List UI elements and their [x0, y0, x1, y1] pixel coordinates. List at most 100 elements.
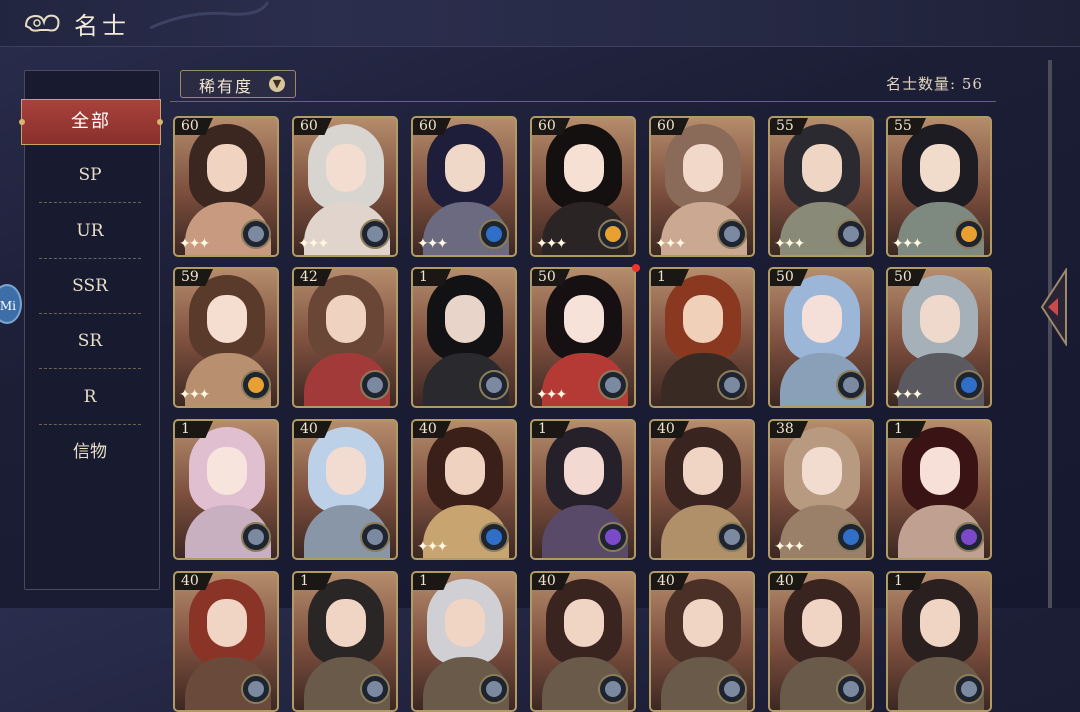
character-card[interactable]: 40 [530, 571, 636, 712]
element-badge-core [843, 226, 859, 242]
sidebar-item-ur[interactable]: UR [39, 211, 141, 259]
element-badge-core [724, 681, 740, 697]
sparkle-icon: ✦✦✦ [417, 539, 448, 555]
character-card[interactable]: 60 ✦✦✦ [530, 116, 636, 257]
divider [39, 368, 141, 369]
character-card[interactable]: 40 [649, 419, 755, 560]
sidebar-item-sr[interactable]: SR [39, 321, 141, 369]
sidebar-item-r[interactable]: R [39, 377, 141, 425]
sidebar-item-ssr[interactable]: SSR [39, 266, 141, 314]
divider [39, 258, 141, 259]
element-badge-icon [360, 370, 390, 400]
portrait-face [802, 447, 842, 495]
sidebar-item-sp[interactable]: SP [39, 155, 141, 203]
side-pull-tab[interactable]: Mi [0, 284, 22, 324]
character-card[interactable]: 59 ✦✦✦ [173, 267, 279, 408]
element-badge-core [605, 529, 621, 545]
portrait-face [683, 447, 723, 495]
character-card[interactable]: 60 ✦✦✦ [411, 116, 517, 257]
character-card[interactable]: 1 [886, 571, 992, 712]
character-card[interactable]: 40 ✦✦✦ [411, 419, 517, 560]
element-badge-icon [360, 674, 390, 704]
element-badge-icon [598, 674, 628, 704]
character-card[interactable]: 60 ✦✦✦ [649, 116, 755, 257]
sparkle-icon: ✦✦✦ [655, 236, 686, 252]
divider [39, 424, 141, 425]
element-badge-core [843, 681, 859, 697]
portrait-face [564, 295, 604, 343]
portrait-face [920, 144, 960, 192]
element-badge-icon [836, 674, 866, 704]
portrait-face [920, 447, 960, 495]
element-badge-core [248, 681, 264, 697]
character-card[interactable]: 60 ✦✦✦ [173, 116, 279, 257]
character-card[interactable]: 42 [292, 267, 398, 408]
character-card[interactable]: 1 [411, 267, 517, 408]
character-card[interactable]: 50 ✦✦✦ [530, 267, 636, 408]
element-badge-icon [598, 219, 628, 249]
element-badge-core [367, 226, 383, 242]
element-badge-core [367, 529, 383, 545]
notification-dot [632, 264, 640, 272]
sidebar-item-label: SP [78, 165, 102, 185]
portrait-face [445, 144, 485, 192]
character-card[interactable]: 55 ✦✦✦ [886, 116, 992, 257]
element-badge-icon [360, 522, 390, 552]
character-card[interactable]: 1 [173, 419, 279, 560]
filter-label: 稀有度 [199, 77, 254, 96]
element-badge-core [248, 226, 264, 242]
element-badge-core [248, 377, 264, 393]
element-badge-icon [954, 674, 984, 704]
element-badge-core [843, 529, 859, 545]
divider [39, 313, 141, 314]
sparkle-icon: ✦✦✦ [892, 387, 923, 403]
portrait-face [683, 295, 723, 343]
element-badge-core [961, 226, 977, 242]
ornament-dot-icon [19, 119, 25, 125]
element-badge-icon [717, 219, 747, 249]
portrait-face [445, 295, 485, 343]
character-card[interactable]: 40 [292, 419, 398, 560]
top-bar: 名士 [0, 0, 1080, 47]
element-badge-core [961, 529, 977, 545]
ornament-dot-icon [157, 119, 163, 125]
portrait-face [207, 599, 247, 647]
element-badge-icon [241, 522, 271, 552]
element-badge-icon [360, 219, 390, 249]
portrait-face [326, 144, 366, 192]
back-cloud-icon[interactable] [22, 10, 62, 36]
sidebar-item-label: R [83, 387, 97, 407]
character-card[interactable]: 50 [768, 267, 874, 408]
rarity-filter-dropdown[interactable]: 稀有度 ▼ [180, 70, 296, 98]
collapse-arrow-icon[interactable] [1038, 268, 1068, 346]
page-title: 名士 [74, 12, 130, 40]
character-card[interactable]: 60 ✦✦✦ [292, 116, 398, 257]
character-card[interactable]: 55 ✦✦✦ [768, 116, 874, 257]
element-badge-icon [717, 674, 747, 704]
character-card[interactable]: 38 ✦✦✦ [768, 419, 874, 560]
portrait-face [802, 144, 842, 192]
element-badge-core [724, 377, 740, 393]
sparkle-icon: ✦✦✦ [892, 236, 923, 252]
element-badge-core [486, 681, 502, 697]
character-card[interactable]: 1 [292, 571, 398, 712]
portrait-face [683, 144, 723, 192]
element-badge-icon [479, 219, 509, 249]
character-card[interactable]: 1 [530, 419, 636, 560]
character-card[interactable]: 40 [649, 571, 755, 712]
sparkle-icon: ✦✦✦ [536, 387, 567, 403]
sidebar-item-all[interactable]: 全部 [19, 99, 163, 145]
sidebar-item-token[interactable]: 信物 [39, 432, 141, 472]
character-card[interactable]: 50 ✦✦✦ [886, 267, 992, 408]
sidebar-item-label: UR [76, 221, 104, 241]
character-card[interactable]: 40 [768, 571, 874, 712]
character-card[interactable]: 1 [411, 571, 517, 712]
element-badge-core [605, 226, 621, 242]
character-card[interactable]: 1 [886, 419, 992, 560]
character-card[interactable]: 40 [173, 571, 279, 712]
element-badge-icon [479, 674, 509, 704]
element-badge-core [961, 681, 977, 697]
character-card[interactable]: 1 [649, 267, 755, 408]
element-badge-core [367, 681, 383, 697]
element-badge-icon [954, 522, 984, 552]
